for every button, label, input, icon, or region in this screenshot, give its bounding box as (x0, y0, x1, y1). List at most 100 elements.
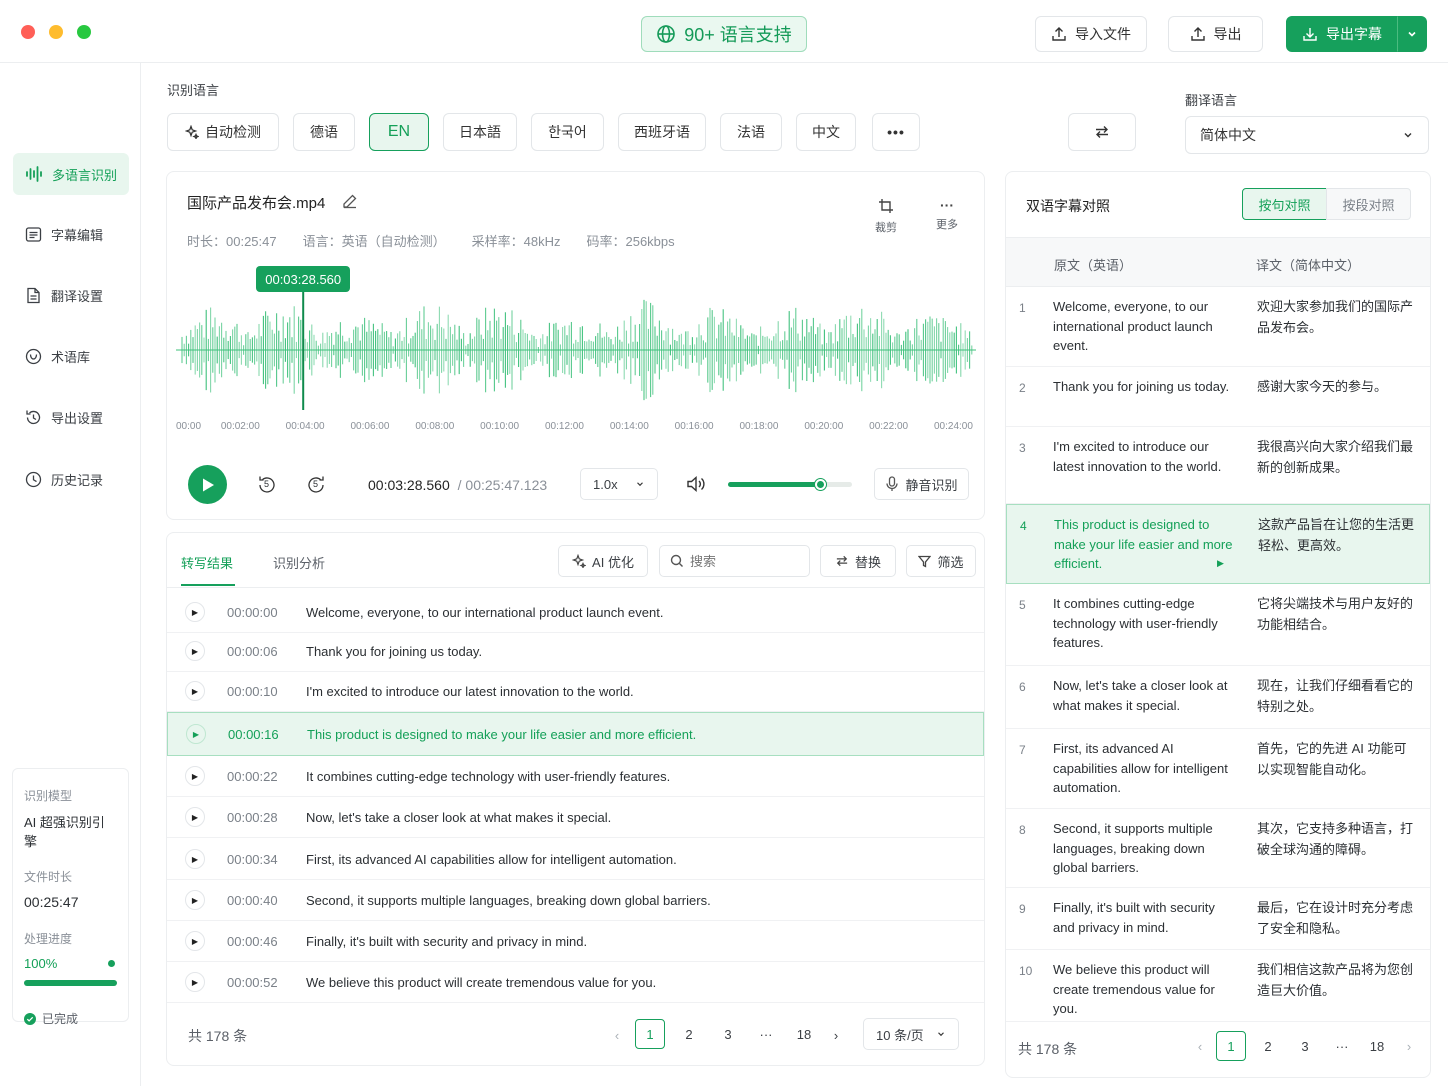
bilingual-row[interactable]: 6 Now, let's take a closer look at what m… (1006, 666, 1430, 729)
tab-transcript[interactable]: 转写结果 (181, 553, 233, 572)
row-play-icon[interactable]: ▶ (185, 641, 205, 661)
maximize-window-button[interactable] (77, 25, 91, 39)
lang-chip-french[interactable]: 法语 (720, 113, 782, 151)
page-button[interactable]: 2 (1253, 1031, 1283, 1061)
transcript-row[interactable]: ▶ 00:00:52 We believe this product will cr… (167, 962, 984, 1003)
row-text[interactable]: Thank you for joining us today. (306, 644, 482, 659)
bilingual-row[interactable]: 4 This product is designed to make your l… (1006, 504, 1430, 584)
page-button[interactable]: 2 (674, 1019, 704, 1049)
bilingual-row[interactable]: 3 I'm excited to introduce our latest inn… (1006, 427, 1430, 504)
translated-text[interactable]: 现在，让我们仔细看看它的特别之处。 (1257, 675, 1413, 717)
sidebar-item-export-settings[interactable]: 导出设置 (13, 396, 129, 438)
page-button[interactable]: 1 (635, 1019, 665, 1049)
row-play-icon[interactable]: ▶ (185, 766, 205, 786)
volume-knob[interactable] (815, 479, 826, 490)
filter-button[interactable]: 筛选 (906, 545, 976, 577)
transcript-row[interactable]: ▶ 00:00:16 This product is designed to mak… (167, 712, 984, 756)
mode-sentence-button[interactable]: 按句对照 (1242, 188, 1327, 220)
row-play-icon[interactable]: ▶ (185, 931, 205, 951)
sidebar-item-glossary[interactable]: 术语库 (13, 335, 129, 377)
lang-chip-spanish[interactable]: 西班牙语 (618, 113, 706, 151)
row-text[interactable]: We believe this product will create trem… (306, 975, 656, 990)
page-button[interactable]: 18 (1362, 1031, 1392, 1061)
transcript-row[interactable]: ▶ 00:00:00 Welcome, everyone, to our inter… (167, 592, 984, 633)
row-text[interactable]: Now, let's take a closer look at what ma… (306, 810, 611, 825)
row-play-icon[interactable]: ▶ (185, 972, 205, 992)
bilingual-row[interactable]: 5 It combines cutting-edge technology wit… (1006, 584, 1430, 666)
transcript-row[interactable]: ▶ 00:00:10 I'm excited to introduce our la… (167, 671, 984, 712)
sidebar-item-multilang[interactable]: 多语言识别 (13, 153, 129, 195)
translated-text[interactable]: 感谢大家今天的参与。 (1257, 376, 1413, 397)
transcript-row[interactable]: ▶ 00:00:40 Second, it supports multiple la… (167, 880, 984, 921)
translated-text[interactable]: 这款产品旨在让您的生活更轻松、更高效。 (1258, 514, 1414, 556)
lang-chip-german[interactable]: 德语 (293, 113, 355, 151)
import-file-button[interactable]: 导入文件 (1035, 16, 1147, 52)
page-size-select[interactable]: 10 条/页 (863, 1018, 959, 1050)
row-play-icon[interactable]: ▶ (185, 807, 205, 827)
tab-analysis[interactable]: 识别分析 (273, 553, 325, 572)
row-text[interactable]: This product is designed to make your li… (307, 727, 696, 742)
row-play-icon[interactable]: ▶ (185, 602, 205, 622)
row-text[interactable]: I'm excited to introduce our latest inno… (306, 684, 634, 699)
translated-text[interactable]: 它将尖端技术与用户友好的功能相结合。 (1257, 593, 1413, 635)
waveform[interactable] (176, 292, 976, 410)
search-box[interactable] (659, 545, 810, 577)
page-button[interactable]: ··· (751, 1019, 781, 1049)
translated-text[interactable]: 我很高兴向大家介绍我们最新的创新成果。 (1257, 436, 1413, 478)
translated-text[interactable]: 首先，它的先进 AI 功能可以实现智能自动化。 (1257, 738, 1413, 780)
transcript-row[interactable]: ▶ 00:00:28 Now, let's take a closer look a… (167, 797, 984, 838)
bilingual-row[interactable]: 1 Welcome, everyone, to our international… (1006, 287, 1430, 367)
more-button[interactable]: ··· 更多 (931, 198, 963, 232)
search-input[interactable] (690, 553, 790, 569)
lang-chip-japanese[interactable]: 日本語 (443, 113, 517, 151)
transcript-row[interactable]: ▶ 00:00:34 First, its advanced AI capabili… (167, 839, 984, 880)
rewind-button[interactable]: 5 (255, 473, 279, 497)
row-play-icon[interactable]: ▶ (185, 849, 205, 869)
translated-text[interactable]: 我们相信这款产品将为您创造巨大价值。 (1257, 959, 1413, 1001)
lang-chip-chinese[interactable]: 中文 (796, 113, 856, 151)
minimize-window-button[interactable] (49, 25, 63, 39)
lang-chip-english[interactable]: EN (369, 113, 429, 151)
lang-more-button[interactable]: ••• (872, 113, 920, 151)
row-play-icon[interactable]: ▶ (185, 681, 205, 701)
volume-icon[interactable] (686, 475, 706, 493)
row-text[interactable]: First, its advanced AI capabilities allo… (306, 852, 677, 867)
silence-detect-button[interactable]: 静音识别 (874, 468, 969, 500)
lang-chip-korean[interactable]: 한국어 (531, 113, 604, 151)
page-button[interactable]: ··· (1327, 1031, 1357, 1061)
row-text[interactable]: Second, it supports multiple languages, … (306, 893, 711, 908)
bilingual-prev-page[interactable]: ‹ (1185, 1031, 1215, 1061)
translated-text[interactable]: 最后，它在设计时充分考虑了安全和隐私。 (1257, 897, 1413, 939)
transcript-row[interactable]: ▶ 00:00:22 It combines cutting-edge techno… (167, 756, 984, 797)
export-subtitles-button[interactable]: 导出字幕 (1286, 16, 1398, 52)
translated-text[interactable]: 其次，它支持多种语言，打破全球沟通的障碍。 (1257, 818, 1413, 860)
page-button[interactable]: 1 (1216, 1031, 1246, 1061)
translate-language-select[interactable]: 简体中文 (1185, 116, 1429, 154)
row-play-icon[interactable]: ▶ (186, 724, 206, 744)
bilingual-row[interactable]: 7 First, its advanced AI capabilities all… (1006, 729, 1430, 809)
row-text[interactable]: It combines cutting-edge technology with… (306, 769, 670, 784)
export-button[interactable]: 导出 (1168, 16, 1263, 52)
sidebar-item-subtitle-edit[interactable]: 字幕编辑 (13, 213, 129, 255)
row-play-icon[interactable]: ▶ (1217, 558, 1224, 569)
page-button[interactable]: 18 (789, 1019, 819, 1049)
play-button[interactable] (188, 465, 227, 504)
forward-button[interactable]: 5 (304, 473, 328, 497)
bilingual-row[interactable]: 10 We believe this product will create tr… (1006, 950, 1430, 1022)
ai-optimize-button[interactable]: AI 优化 (558, 545, 648, 577)
page-button[interactable]: 3 (713, 1019, 743, 1049)
row-text[interactable]: Finally, it's built with security and pr… (306, 934, 587, 949)
transcript-prev-page[interactable]: ‹ (602, 1020, 632, 1050)
bilingual-row[interactable]: 9 Finally, it's built with security and p… (1006, 888, 1430, 950)
translated-text[interactable]: 欢迎大家参加我们的国际产品发布会。 (1257, 296, 1413, 338)
transcript-next-page[interactable]: › (821, 1020, 851, 1050)
replace-button[interactable]: 替换 (820, 545, 896, 577)
sidebar-item-translate-settings[interactable]: 翻译设置 (13, 274, 129, 316)
lang-chip-auto[interactable]: 自动检测 (167, 113, 279, 151)
export-subtitles-dropdown[interactable] (1397, 16, 1427, 52)
page-button[interactable]: 3 (1290, 1031, 1320, 1061)
transcript-row[interactable]: ▶ 00:00:46 Finally, it's built with securi… (167, 921, 984, 962)
edit-icon[interactable] (342, 193, 358, 209)
bilingual-row[interactable]: 2 Thank you for joining us today. 感谢大家今天的参… (1006, 367, 1430, 427)
speed-select[interactable]: 1.0x (580, 468, 658, 500)
